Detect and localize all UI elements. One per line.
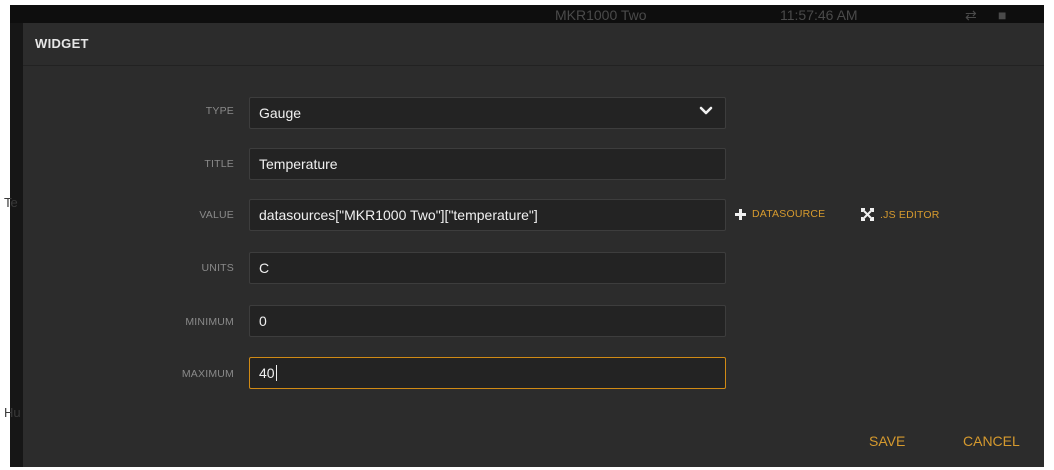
dashboard-clock: 11:57:46 AM — [780, 7, 858, 23]
title-input-value: Temperature — [259, 156, 338, 172]
dialog-header: WIDGET — [23, 23, 1044, 66]
cancel-button[interactable]: CANCEL — [963, 433, 1020, 449]
js-editor-button[interactable]: .JS EDITOR — [861, 208, 940, 221]
minimum-label: MINIMUM — [185, 316, 234, 328]
dashboard-pane-label: Hu — [4, 405, 21, 420]
dashboard-pane-label: Te — [4, 195, 18, 210]
menu-icon[interactable]: ■ — [998, 7, 1006, 23]
widget-dialog: WIDGET TYPE Gauge TITLE Temperature VALU… — [23, 23, 1044, 467]
value-label: VALUE — [199, 209, 234, 221]
chevron-down-icon — [699, 106, 713, 115]
minimum-input-value: 0 — [259, 313, 267, 329]
text-cursor — [275, 365, 277, 381]
units-label: UNITS — [201, 262, 234, 274]
value-input-value: datasources["MKR1000 Two"]["temperature"… — [259, 207, 538, 223]
maximum-input[interactable]: 40 — [249, 357, 726, 389]
save-button[interactable]: SAVE — [869, 433, 905, 449]
minimum-input[interactable]: 0 — [249, 305, 726, 337]
dialog-title: WIDGET — [35, 36, 89, 51]
dashboard-window-title: MKR1000 Two — [555, 7, 647, 23]
value-input[interactable]: datasources["MKR1000 Two"]["temperature"… — [249, 199, 726, 231]
js-editor-label: .JS EDITOR — [880, 208, 940, 221]
expand-arrows-icon — [861, 208, 874, 221]
type-select-value: Gauge — [259, 105, 302, 121]
dashboard-topbar: MKR1000 Two 11:57:46 AM ⇄ ■ — [10, 5, 1044, 23]
type-label: TYPE — [205, 105, 234, 117]
maximum-label: MAXIMUM — [181, 368, 234, 380]
type-select[interactable]: Gauge — [249, 97, 726, 129]
maximum-input-value: 40 — [259, 365, 275, 381]
add-datasource-label: DATASOURCE — [752, 208, 826, 220]
title-input[interactable]: Temperature — [249, 148, 726, 180]
refresh-icon[interactable]: ⇄ — [965, 7, 977, 24]
add-datasource-button[interactable]: DATASOURCE — [735, 208, 825, 220]
plus-icon — [735, 208, 746, 220]
title-label: TITLE — [204, 158, 234, 170]
units-input-value: C — [259, 260, 270, 276]
units-input[interactable]: C — [249, 252, 726, 284]
